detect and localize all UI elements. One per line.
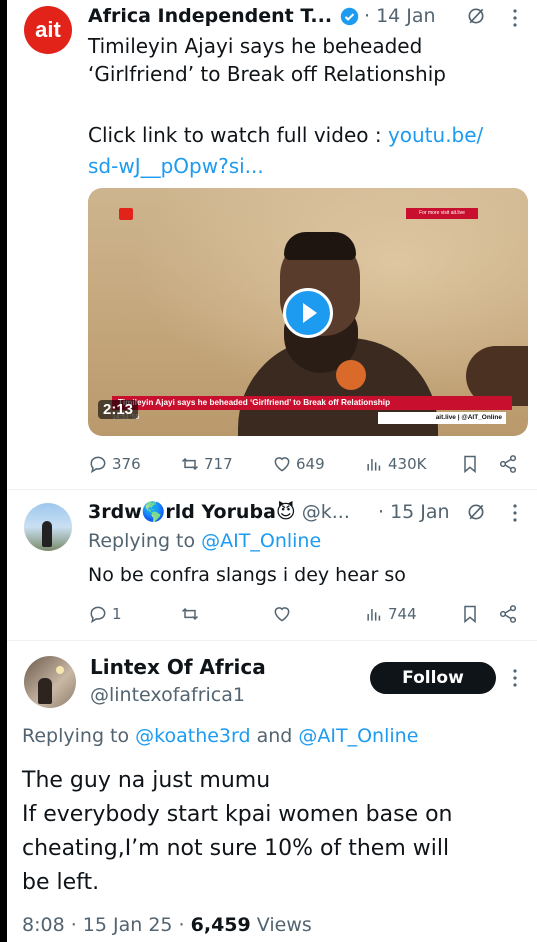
like-button[interactable]: 649	[272, 454, 364, 474]
divider-1	[7, 489, 537, 490]
reply-icon	[90, 606, 106, 624]
tweet2-date[interactable]: · 15 Jan	[378, 500, 450, 524]
tweet3-author[interactable]: Lintex Of Africa	[90, 654, 266, 680]
share-icon	[499, 605, 517, 623]
video-lower-third: Timileyin Ajayi says he beheaded ‘Girlfr…	[112, 396, 512, 410]
play-button[interactable]	[283, 288, 333, 338]
tweet1-link-2[interactable]: sd-wJ__pOpw?si...	[88, 152, 264, 180]
tweet3-text-line1: The guy na just mumu	[22, 768, 271, 793]
like-count: 649	[296, 455, 325, 473]
grok-icon[interactable]	[466, 502, 486, 522]
tweet3-text: The guy na just mumu If everybody start …	[22, 764, 453, 900]
ait-avatar[interactable]: ait	[24, 6, 72, 54]
yoruba-avatar[interactable]	[24, 503, 72, 551]
tweet3-timestamp[interactable]: 8:08 · 15 Jan 25 ·	[22, 914, 191, 936]
more-options-icon[interactable]	[512, 668, 518, 688]
video-badge: For more visit ait.live	[406, 208, 478, 219]
tweet2-text: No be confra slangs i dey hear so	[88, 564, 406, 586]
heart-icon	[274, 607, 290, 622]
repost-icon	[181, 457, 199, 471]
divider-2	[7, 640, 537, 641]
bookmark-button[interactable]	[460, 454, 498, 474]
tweet1-link-1[interactable]: youtu.be/	[388, 123, 483, 147]
more-options-icon[interactable]	[512, 503, 518, 523]
views-icon	[367, 609, 381, 621]
bookmark-button[interactable]	[460, 604, 498, 624]
tweet1-text-line1: Timileyin Ajayi says he beheaded	[88, 34, 423, 58]
share-button[interactable]	[498, 604, 518, 624]
replying-to-link-2[interactable]: @AIT_Online	[298, 725, 418, 747]
share-button[interactable]	[498, 454, 518, 474]
tweet1-date[interactable]: · 14 Jan	[364, 4, 436, 28]
share-icon	[499, 455, 517, 473]
more-options-icon[interactable]	[512, 8, 518, 28]
tweet3-text-line4: be left.	[22, 870, 100, 895]
views-button[interactable]: 430K	[364, 454, 460, 474]
tweet2-actions: 1 744	[88, 602, 518, 626]
avatar-figure	[38, 678, 52, 704]
grok-icon[interactable]	[466, 6, 486, 26]
tweet1-text-line2: ‘Girlfriend’ to Break off Relationship	[88, 62, 446, 86]
bookmark-icon	[464, 605, 476, 624]
video-thumbnail[interactable]: For more visit ait.live Timileyin Ajayi …	[88, 188, 528, 436]
tweet2-header: 3rdw🌎rld Yoruba😈 @k...	[88, 500, 350, 524]
video-duration: 2:13	[98, 400, 139, 419]
verified-badge-icon	[340, 7, 359, 26]
reply-button[interactable]: 376	[88, 454, 180, 474]
tweet3-text-line3: cheating,I’m not sure 10% of them will	[22, 836, 450, 861]
heart-icon	[274, 457, 290, 472]
tweet3-handle[interactable]: @lintexofafrica1	[90, 682, 245, 708]
tweet2-handle[interactable]: @k...	[302, 501, 350, 523]
replying-to-link[interactable]: @AIT_Online	[201, 530, 321, 552]
tweet3-views-label: Views	[250, 914, 312, 936]
reply-count: 1	[112, 605, 122, 623]
follow-button[interactable]: Follow	[370, 662, 496, 694]
video-microphone	[336, 360, 366, 390]
lintex-avatar[interactable]	[24, 656, 76, 708]
replying-label: Replying to	[22, 725, 136, 747]
repost-count: 717	[204, 455, 233, 473]
reply-count: 376	[112, 455, 141, 473]
tweet1-link-line: Click link to watch full video : youtu.b…	[88, 121, 483, 149]
tweet3-replying: Replying to @koathe3rd and @AIT_Online	[22, 723, 418, 749]
tweet2-replying: Replying to @AIT_Online	[88, 529, 321, 553]
bookmark-icon	[464, 455, 476, 474]
tweet1-actions: 376 717 649 430K	[88, 452, 518, 476]
views-count: 430K	[388, 455, 427, 473]
video-ait-logo	[119, 208, 133, 220]
avatar-person	[42, 521, 52, 547]
tweet1-link-prefix: Click link to watch full video :	[88, 123, 388, 147]
tweet3-views-count: 6,459	[190, 914, 251, 936]
left-edge-bar	[0, 0, 7, 942]
repost-button[interactable]: 717	[180, 454, 272, 474]
avatar-lamp	[56, 666, 64, 674]
ait-logo-text: ait	[35, 17, 61, 42]
video-handle-bar: ait.live | @AIT_Online	[378, 412, 506, 424]
reply-icon	[90, 456, 106, 474]
tweet3-meta: 8:08 · 15 Jan 25 · 6,459 Views	[22, 912, 312, 938]
replying-to-link-1[interactable]: @koathe3rd	[135, 725, 250, 747]
views-icon	[367, 459, 381, 471]
tweet3-text-line2: If everybody start kpai women base on	[22, 802, 453, 827]
repost-icon	[181, 607, 199, 621]
tweet1-author[interactable]: Africa Independent T...	[88, 4, 332, 28]
reply-button[interactable]: 1	[88, 604, 180, 624]
video-person-hair	[284, 232, 356, 260]
play-icon	[303, 303, 317, 323]
repost-button[interactable]	[180, 604, 272, 624]
replying-label: Replying to	[88, 530, 202, 552]
tweet2-author[interactable]: 3rdw🌎rld Yoruba😈	[88, 501, 296, 523]
views-count: 744	[388, 605, 417, 623]
views-button[interactable]: 744	[364, 604, 460, 624]
follow-label: Follow	[402, 668, 464, 688]
like-button[interactable]	[272, 604, 364, 624]
replying-and: and	[250, 725, 299, 747]
